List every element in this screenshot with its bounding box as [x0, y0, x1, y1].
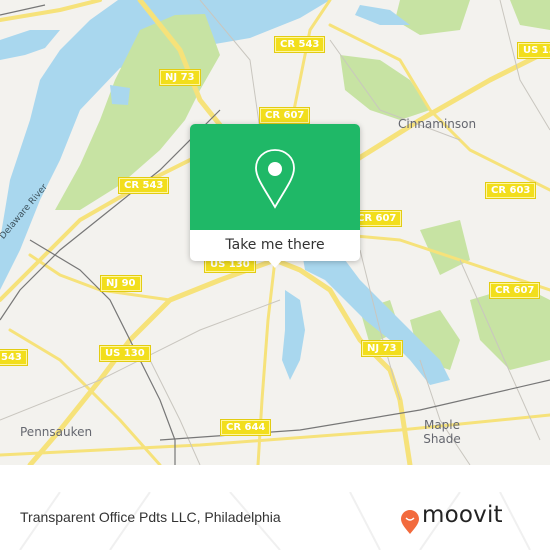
road-shield: US 130: [100, 346, 150, 361]
place-label-pennsauken: Pennsauken: [20, 425, 93, 439]
road-shield: NJ 73: [160, 70, 200, 85]
place-label-cinnaminson: Cinnaminson: [398, 117, 477, 131]
road-cr543: [0, 0, 102, 22]
map-pin-icon: [255, 149, 295, 209]
map-canvas[interactable]: CR 543 NJ 73 US 130 CR 607 CR 543 CR 603…: [0, 0, 550, 465]
popup-header: [190, 124, 360, 230]
road-shield: 543: [0, 350, 27, 365]
road-shield: US 130: [518, 43, 550, 58]
moovit-wordmark: moovit: [422, 502, 503, 528]
road-shield: CR 607: [490, 283, 540, 298]
road-shield: CR 607: [260, 108, 310, 123]
place-title: Transparent Office Pdts LLC, Philadelphi…: [20, 509, 281, 525]
footer-bar: Transparent Office Pdts LLC, Philadelphi…: [0, 492, 550, 550]
road-shield: CR 543: [275, 37, 325, 52]
moovit-logo[interactable]: moovit: [400, 502, 550, 542]
take-me-there-button[interactable]: Take me there: [190, 230, 360, 261]
road-shield: NJ 90: [101, 276, 141, 291]
road-shield: CR 543: [119, 178, 169, 193]
popup-pointer: [267, 259, 283, 268]
road-shield: CR 603: [486, 183, 536, 198]
road-shield: CR 644: [221, 420, 271, 435]
road-shield: NJ 73: [362, 341, 402, 356]
moovit-pin-icon: [401, 510, 419, 534]
place-label-maple-shade: Maple Shade: [423, 418, 461, 446]
location-popup[interactable]: Take me there: [190, 124, 360, 268]
